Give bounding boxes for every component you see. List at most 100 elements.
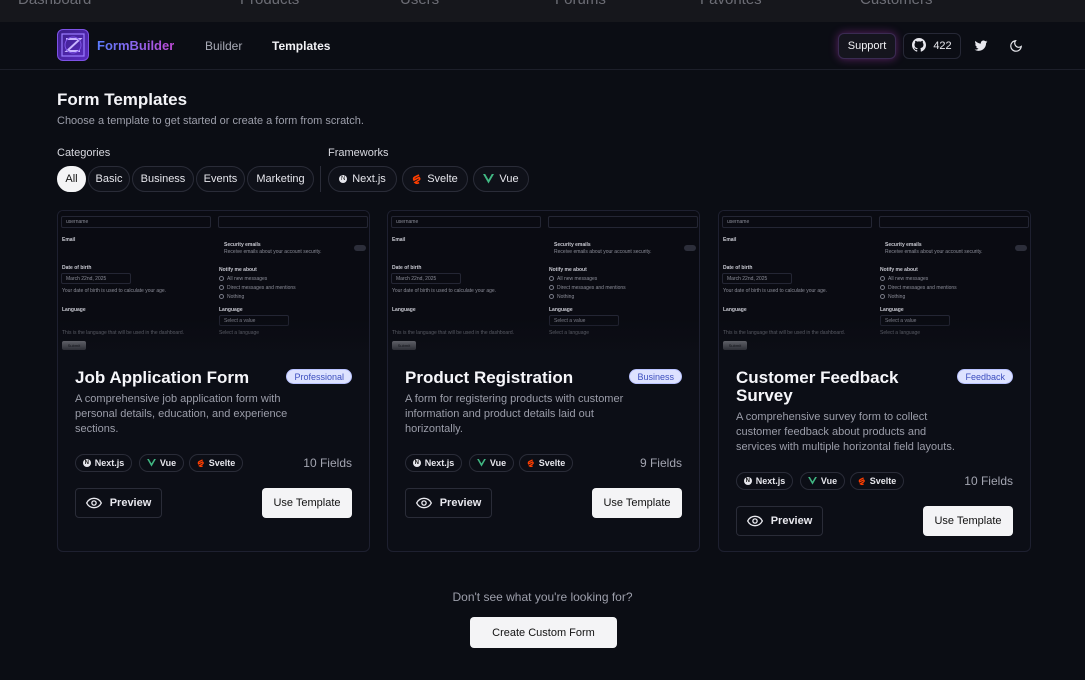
support-button[interactable]: Support [838, 33, 896, 59]
preview-text: Notify me about [880, 267, 918, 273]
category-chip-marketing[interactable]: Marketing [247, 166, 314, 192]
framework-tag-label: Svelte [208, 458, 236, 468]
page-subtitle: Choose a template to get started or crea… [57, 115, 364, 127]
vue-icon [477, 459, 486, 467]
template-preview-image[interactable]: username Email Security emails Receive e… [388, 211, 699, 356]
strip-item: Users [400, 0, 439, 8]
preview-button-label: Preview [109, 497, 152, 509]
framework-chip-label: Svelte [427, 173, 458, 185]
framework-tag-nextjs: N Next.js [405, 454, 462, 472]
cta-text: Don't see what you're looking for? [452, 590, 633, 604]
preview-text: Language [880, 307, 904, 313]
preview-text: Receive emails about your account securi… [554, 249, 652, 255]
category-chip-basic[interactable]: Basic [88, 166, 130, 192]
framework-chip-label: Vue [499, 173, 519, 185]
framework-chip-vue[interactable]: Vue [473, 166, 529, 192]
preview-button[interactable]: Preview [75, 488, 162, 518]
field-count: 9 Fields [639, 456, 682, 470]
preview-toggle [1015, 245, 1027, 251]
preview-text: Notify me about [549, 267, 587, 273]
nextjs-icon: N [412, 459, 421, 467]
filter-divider [320, 166, 321, 192]
framework-tag-label: Vue [820, 476, 838, 486]
preview-text: Date of birth [723, 265, 753, 271]
framework-tag-label: Svelte [538, 458, 566, 468]
nextjs-icon: N [339, 175, 348, 183]
category-chip-business[interactable]: Business [132, 166, 194, 192]
framework-tag-label: Next.js [94, 458, 125, 468]
create-custom-form-button[interactable]: Create Custom Form [470, 617, 617, 648]
preview-text: Security emails [885, 242, 922, 248]
preview-text: Your date of birth is used to calculate … [723, 288, 828, 294]
svelte-icon [858, 476, 865, 485]
template-card[interactable]: username Email Security emails Receive e… [718, 210, 1031, 552]
framework-tag-vue: Vue [139, 454, 184, 472]
preview-text: March 22nd, 2025 [727, 276, 768, 282]
use-template-button[interactable]: Use Template [592, 488, 682, 518]
nav-builder[interactable]: Builder [205, 39, 242, 53]
preview-button-label: Preview [770, 515, 813, 527]
preview-text: Nothing [888, 294, 906, 300]
framework-tag-vue: Vue [469, 454, 514, 472]
preview-toggle [684, 245, 696, 251]
framework-tag-nextjs: N Next.js [736, 472, 793, 490]
preview-text: username [396, 219, 419, 225]
preview-text: March 22nd, 2025 [396, 276, 437, 282]
vue-icon [808, 477, 817, 485]
preview-text: Language [62, 307, 86, 313]
preview-button[interactable]: Preview [736, 506, 823, 536]
page-title: Form Templates [57, 90, 188, 109]
nav-templates[interactable]: Templates [272, 39, 330, 53]
preview-text: username [66, 219, 89, 225]
strip-item: Forums [555, 0, 606, 8]
preview-text: Direct messages and mentions [888, 285, 957, 291]
template-category-badge: Professional [286, 369, 352, 384]
strip-item: Dashboard [18, 0, 91, 8]
framework-tag-vue: Vue [800, 472, 845, 490]
template-card[interactable]: username Email Security emails Receive e… [387, 210, 700, 552]
framework-tag-svelte: Svelte [189, 454, 243, 472]
preview-text: All new messages [557, 276, 598, 282]
preview-text: Direct messages and mentions [227, 285, 296, 291]
category-chip-events[interactable]: Events [196, 166, 245, 192]
svelte-icon [527, 458, 534, 467]
preview-text: March 22nd, 2025 [66, 276, 107, 282]
preview-text: Direct messages and mentions [557, 285, 626, 291]
framework-chip-svelte[interactable]: Svelte [402, 166, 468, 192]
brand-name[interactable]: FormBuilder [97, 38, 174, 53]
template-preview-image[interactable]: username Email Security emails Receive e… [58, 211, 369, 356]
framework-chip-nextjs[interactable]: N Next.js [328, 166, 397, 192]
preview-text: Notify me about [219, 267, 257, 273]
template-description: A comprehensive survey form to collect c… [736, 411, 955, 453]
category-chip-all[interactable]: All [57, 166, 86, 192]
preview-text: Your date of birth is used to calculate … [62, 288, 167, 294]
preview-text: Language [392, 307, 416, 313]
preview-text: Email [62, 237, 76, 243]
template-description: A form for registering products with cus… [405, 393, 624, 435]
background-strip: Dashboard Products Users Forums Favorite… [0, 0, 1085, 22]
logo-icon[interactable] [57, 29, 89, 61]
twitter-icon[interactable] [968, 33, 994, 59]
template-card[interactable]: username Email Security emails Receive e… [57, 210, 370, 552]
preview-text: All new messages [888, 276, 929, 282]
preview-button[interactable]: Preview [405, 488, 492, 518]
preview-button-label: Preview [439, 497, 482, 509]
framework-tag-nextjs: N Next.js [75, 454, 132, 472]
use-template-button[interactable]: Use Template [923, 506, 1013, 536]
strip-item: Customers [860, 0, 933, 8]
moon-icon[interactable] [1003, 33, 1029, 59]
svelte-icon [197, 458, 204, 467]
preview-text: Security emails [554, 242, 591, 248]
framework-tag-label: Vue [159, 458, 177, 468]
nextjs-icon: N [82, 459, 91, 467]
template-description: A comprehensive job application form wit… [75, 393, 288, 435]
template-category-badge: Business [629, 369, 682, 384]
template-preview-image[interactable]: username Email Security emails Receive e… [719, 211, 1030, 356]
github-stars-count: 422 [933, 40, 952, 52]
framework-tag-svelte: Svelte [850, 472, 904, 490]
use-template-button[interactable]: Use Template [262, 488, 352, 518]
preview-text: Security emails [224, 242, 261, 248]
vue-icon [483, 174, 495, 184]
github-stars-button[interactable]: 422 [903, 33, 961, 59]
framework-tag-label: Next.js [424, 458, 455, 468]
